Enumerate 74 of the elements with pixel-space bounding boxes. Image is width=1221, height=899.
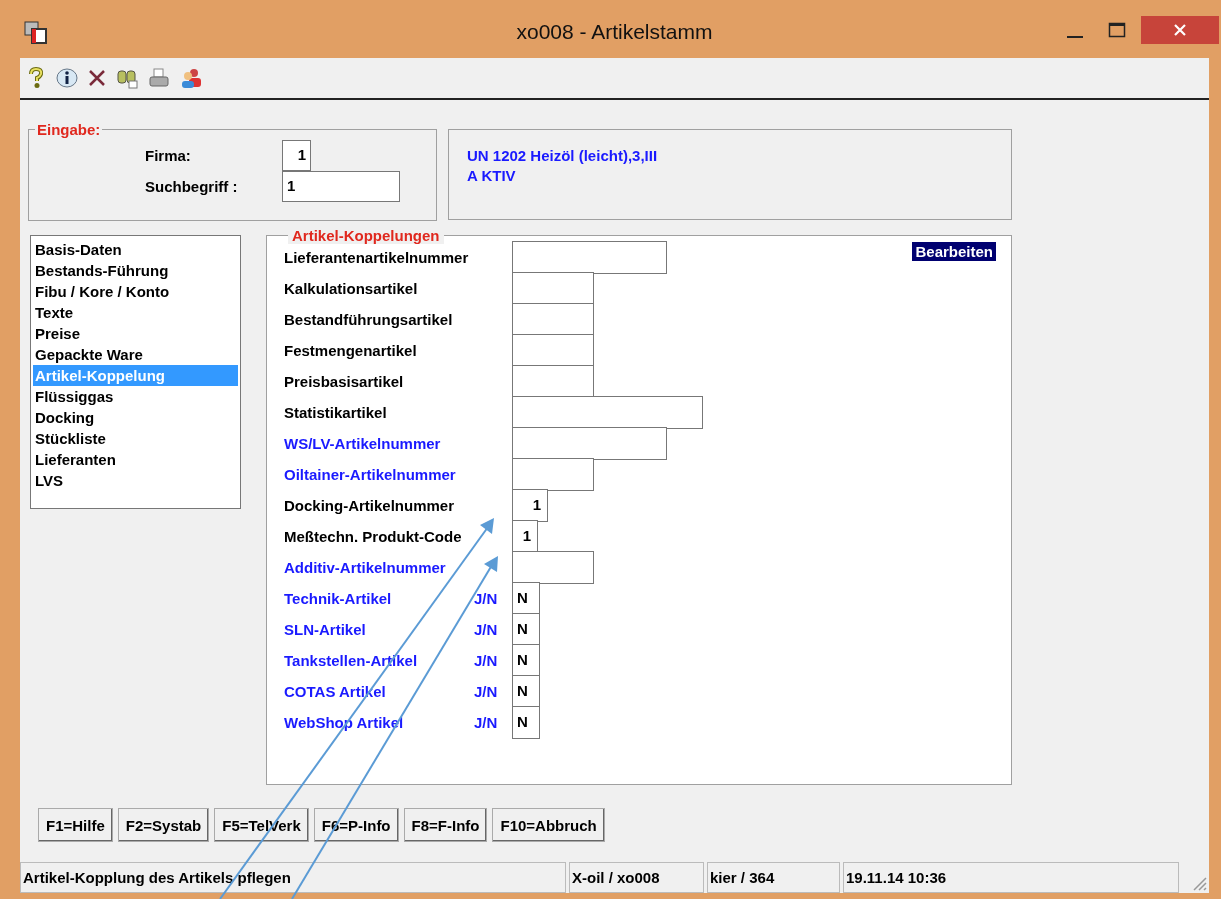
field-label: Kalkulationsartikel — [284, 280, 419, 297]
field-label: Technik-Artikel — [284, 590, 393, 607]
function-key-button[interactable]: F10=Abbruch — [492, 808, 605, 842]
binoculars-icon[interactable] — [116, 67, 138, 89]
yes-no-hint: J/N — [474, 590, 499, 607]
app-icon — [24, 21, 48, 45]
sidebar-item[interactable]: Lieferanten — [33, 449, 238, 470]
maximize-icon — [1108, 21, 1126, 39]
field-label: Preisbasisartikel — [284, 373, 405, 390]
input-field[interactable] — [512, 303, 594, 336]
input-field[interactable]: 1 — [282, 171, 400, 202]
field-label: Statistikartikel — [284, 404, 388, 421]
field-label: Firma: — [145, 147, 192, 164]
field-label: Additiv-Artikelnummer — [284, 559, 447, 576]
input-field[interactable]: N — [512, 675, 540, 708]
input-field[interactable] — [512, 272, 594, 305]
close-icon[interactable] — [88, 69, 106, 87]
sidebar-item[interactable]: Preise — [33, 323, 238, 344]
group-title: Artikel-Koppelungen — [288, 227, 444, 244]
status-text: X-oil / xo008 — [569, 862, 704, 893]
input-field[interactable]: N — [512, 613, 540, 646]
status-text: 19.11.14 10:36 — [843, 862, 1179, 893]
input-field[interactable]: N — [512, 644, 540, 677]
field-label: Bestandführungsartikel — [284, 311, 454, 328]
mode-badge: Bearbeiten — [912, 242, 996, 261]
printer-icon[interactable] — [148, 67, 170, 89]
function-key-button[interactable]: F8=F-Info — [403, 808, 488, 842]
input-field[interactable]: 1 — [512, 520, 538, 553]
info-text: A KTIV — [467, 166, 517, 186]
sidebar-item[interactable]: Bestands-Führung — [33, 260, 238, 281]
function-key-button[interactable]: F1=Hilfe — [38, 808, 113, 842]
window-title: xo008 - Artikelstamm — [516, 20, 713, 44]
input-field[interactable]: N — [512, 582, 540, 615]
input-field[interactable] — [512, 551, 594, 584]
field-label: WS/LV-Artikelnummer — [284, 435, 442, 452]
yes-no-hint: J/N — [474, 714, 499, 731]
info-text: UN 1202 Heizöl (leicht),3,III — [467, 146, 659, 166]
group-title: Eingabe: — [36, 121, 102, 138]
input-field[interactable] — [512, 427, 667, 460]
close-icon — [1172, 22, 1188, 38]
field-label: SLN-Artikel — [284, 621, 367, 638]
yes-no-hint: J/N — [474, 683, 499, 700]
field-label: Lieferantenartikelnummer — [284, 249, 470, 266]
function-key-button[interactable]: F2=Systab — [117, 808, 210, 842]
users-icon[interactable] — [180, 67, 202, 89]
input-field[interactable] — [512, 396, 703, 429]
status-text: Artikel-Kopplung des Artikels pflegen — [20, 862, 566, 893]
minimize-icon — [1067, 36, 1083, 38]
field-label: Suchbegriff : — [145, 178, 239, 195]
sidebar-item[interactable]: Fibu / Kore / Konto — [33, 281, 238, 302]
yes-no-hint: J/N — [474, 621, 499, 638]
sidebar-item[interactable]: Flüssiggas — [33, 386, 238, 407]
input-field[interactable] — [512, 334, 594, 367]
field-label: Docking-Artikelnummer — [284, 497, 456, 514]
sidebar-item[interactable]: LVS — [33, 470, 238, 491]
sidebar-item[interactable]: Docking — [33, 407, 238, 428]
field-label: Festmengenartikel — [284, 342, 418, 359]
field-label: Meßtechn. Produkt-Code — [284, 528, 463, 545]
sidebar-item[interactable]: Gepackte Ware — [33, 344, 238, 365]
input-field[interactable] — [512, 241, 667, 274]
input-field[interactable] — [512, 458, 594, 491]
close-button[interactable] — [1141, 16, 1219, 44]
status-text: kier / 364 — [707, 862, 840, 893]
field-label: Oiltainer-Artikelnummer — [284, 466, 457, 483]
input-field[interactable]: 1 — [282, 140, 311, 171]
yes-no-hint: J/N — [474, 652, 499, 669]
help-icon[interactable] — [26, 67, 46, 89]
sidebar-item[interactable]: Texte — [33, 302, 238, 323]
input-field[interactable]: N — [512, 706, 540, 739]
input-field[interactable] — [512, 365, 594, 398]
sidebar-item[interactable]: Basis-Daten — [33, 239, 238, 260]
input-field[interactable]: 1 — [512, 489, 548, 522]
sidebar-item[interactable]: Stückliste — [33, 428, 238, 449]
info-icon[interactable] — [56, 67, 78, 89]
